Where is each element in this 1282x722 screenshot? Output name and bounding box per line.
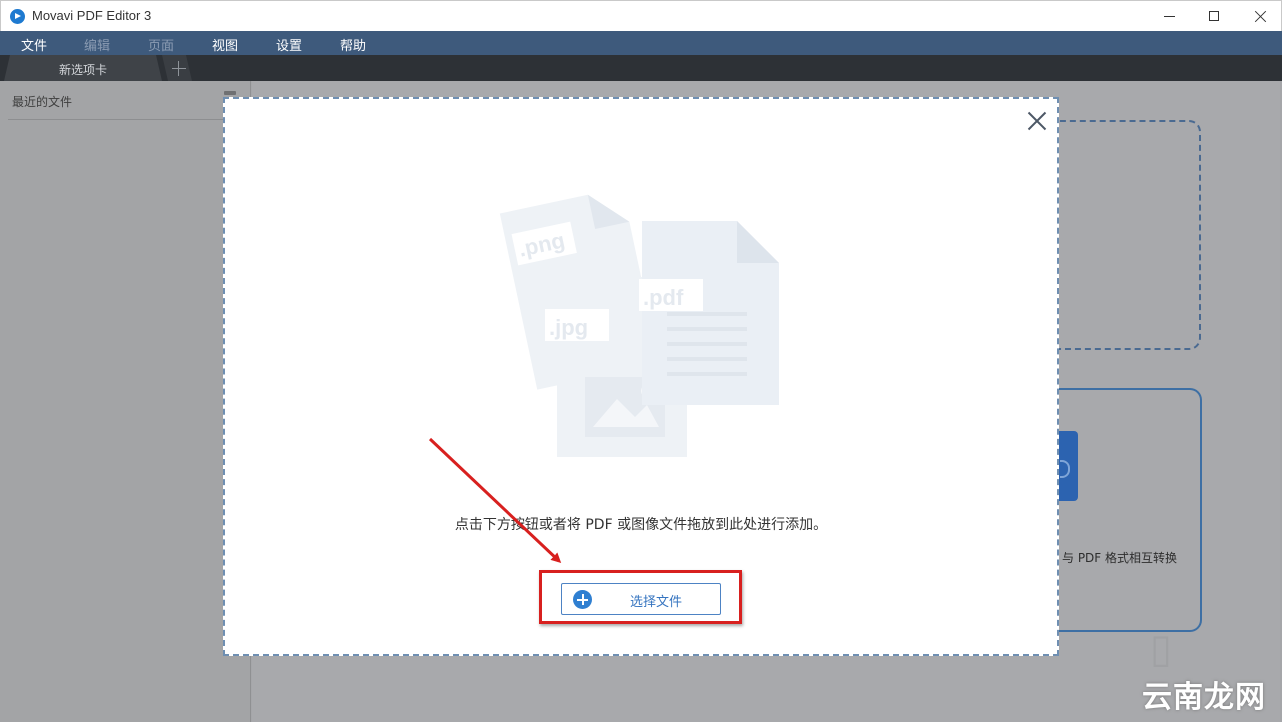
menu-edit[interactable]: 编辑 [84,35,110,54]
tab-label: 新选项卡 [58,63,107,77]
maximize-button[interactable] [1191,1,1237,31]
tab-new[interactable]: 新选项卡 [4,55,162,81]
document-icon [1057,431,1078,501]
add-tab-button[interactable] [162,55,192,81]
title-bar: Movavi PDF Editor 3 [0,0,1282,31]
app-logo-icon [10,9,25,24]
open-file-dialog: .png .jpg .pdf 点击下方按钮或者将 PDF 或图像文件拖放到此处进… [223,97,1059,656]
minimize-icon [1163,15,1175,17]
plus-circle-icon [573,590,592,609]
menu-file[interactable]: 文件 [21,35,47,54]
recent-files-sidebar: 最近的文件 [0,81,251,722]
select-file-button[interactable]: 选择文件 [561,583,721,615]
menu-help[interactable]: 帮助 [340,35,366,54]
file-types-illustration: .png .jpg .pdf [499,194,779,457]
window-title: Movavi PDF Editor 3 [32,8,152,23]
tab-strip: 新选项卡 [0,55,1282,81]
pdf-label: .pdf [643,285,684,310]
menu-settings[interactable]: 设置 [276,35,302,54]
select-file-label: 选择文件 [630,595,683,610]
clear-icon[interactable] [224,91,236,95]
background-drop-zone [1040,120,1201,350]
sidebar-title: 最近的文件 [12,95,73,109]
background-convert-card[interactable] [1040,388,1202,632]
close-window-button[interactable] [1237,1,1282,31]
menu-bar: 文件 编辑 页面 视图 设置 帮助 [0,31,1282,55]
menu-view[interactable]: 视图 [212,35,238,54]
convert-card-text: 与 PDF 格式相互转换 [1062,551,1178,565]
sidebar-divider [8,119,244,120]
maximize-icon [1209,11,1219,21]
drop-instruction: 点击下方按钮或者将 PDF 或图像文件拖放到此处进行添加。 [454,517,828,533]
jpg-label: .jpg [549,315,588,340]
minimize-button[interactable] [1146,1,1192,31]
watermark-ghost: ▯ [1150,626,1173,672]
menu-page[interactable]: 页面 [148,35,174,54]
watermark: 云南龙网 [1142,680,1266,715]
pdf-file-icon [642,221,779,405]
close-icon [1254,10,1267,23]
dialog-close-button[interactable] [1027,111,1047,131]
